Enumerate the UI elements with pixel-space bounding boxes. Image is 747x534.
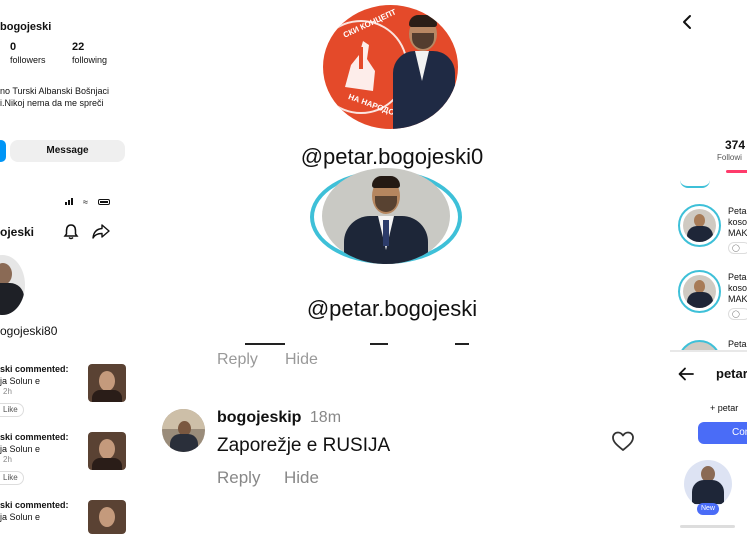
- avatar: [678, 340, 721, 350]
- followers-label[interactable]: followers: [10, 55, 46, 65]
- avatar: [678, 204, 721, 247]
- following-count[interactable]: 22: [72, 41, 84, 53]
- cut-text-strip: [245, 340, 545, 346]
- notification-comment: ja Solun e: [0, 444, 41, 454]
- avatar[interactable]: [0, 255, 25, 315]
- follow-button[interactable]: [0, 140, 6, 162]
- notification-comment: ja Solun e: [0, 512, 41, 522]
- list-item-line: koso: [728, 283, 747, 293]
- list-item[interactable]: Peta koso MAK ◯: [678, 268, 747, 326]
- activity-username: ojeski: [0, 225, 35, 239]
- list-item[interactable]: ski commented: ja Solun e: [0, 498, 150, 534]
- notification-text: ski commented:: [0, 432, 69, 442]
- notification-time: 2h: [3, 455, 12, 464]
- left-screenshot-panel: bogojeski 0 followers 22 following no Tu…: [0, 0, 150, 534]
- comment-username[interactable]: bogojeskip: [217, 409, 301, 426]
- panel-divider: [670, 350, 747, 352]
- handle-bottom[interactable]: @petar.bogojeski: [282, 296, 502, 322]
- bio-line-1: no Turski Albanski Bošnjaci: [0, 86, 110, 96]
- bio-line-2: i.Nikoj nema da me spreči: [0, 98, 104, 108]
- commenter-avatar[interactable]: [162, 409, 205, 452]
- list-item-name: Peta: [728, 206, 747, 216]
- list-item-line: MAK: [728, 228, 747, 238]
- battery-icon: [98, 199, 110, 205]
- notification-comment: ja Solun e: [0, 376, 41, 386]
- comment-section: Reply Hide bogojeskip 18m Zaporežje e RU…: [150, 348, 670, 534]
- connect-button[interactable]: Con: [698, 422, 747, 444]
- activity-handle: ogojeski80: [0, 324, 58, 338]
- story-ring-partial: [680, 180, 710, 188]
- followers-count[interactable]: 0: [10, 41, 16, 53]
- notification-text: ski commented:: [0, 364, 69, 374]
- wifi-icon: ≈: [83, 197, 88, 207]
- comment-time: 18m: [309, 409, 342, 426]
- status-bar: ≈: [65, 198, 115, 208]
- middle-collage: СКИ КОНЦЕПТ НА НАРОДОТ @petar.bogojeski0…: [150, 0, 670, 534]
- follower-label[interactable]: Followi: [717, 153, 742, 162]
- profile-picture: [322, 168, 450, 264]
- notification-text: ski commented:: [0, 500, 69, 510]
- notification-time: 2h: [3, 387, 12, 396]
- heart-icon[interactable]: [611, 431, 635, 452]
- like-button[interactable]: Like: [0, 403, 24, 417]
- list-item-name: Peta: [728, 339, 747, 349]
- comment-icon: ◯: [732, 245, 740, 252]
- post-thumbnail[interactable]: [88, 364, 126, 402]
- reply-link[interactable]: Reply: [217, 468, 260, 488]
- new-badge: New: [697, 503, 719, 515]
- message-button[interactable]: Message: [10, 140, 125, 162]
- profile-name: bogojeski: [0, 21, 52, 33]
- comment-chip[interactable]: ◯: [728, 308, 747, 320]
- hide-link[interactable]: Hide: [284, 468, 319, 488]
- handle-top[interactable]: @petar.bogojeski0: [282, 144, 502, 170]
- list-item-line: MAK: [728, 294, 747, 304]
- back-chevron-icon[interactable]: [682, 14, 692, 30]
- list-item[interactable]: Peta: [678, 336, 747, 350]
- follow-hint[interactable]: + petar: [710, 403, 738, 413]
- list-item[interactable]: ski commented: ja Solun e 2h Like: [0, 362, 150, 422]
- list-item[interactable]: ski commented: ja Solun e 2h Like: [0, 430, 150, 490]
- story-ring[interactable]: [310, 168, 462, 264]
- tab-indicator: [726, 170, 747, 173]
- right-screenshot-panel: 374 Followi Peta koso MAK ◯ Peta koso MA…: [670, 0, 747, 534]
- share-icon[interactable]: [92, 224, 110, 239]
- like-button[interactable]: Like: [0, 471, 24, 485]
- comment-icon: ◯: [732, 311, 740, 318]
- hide-link-top[interactable]: Hide: [285, 351, 318, 369]
- following-label[interactable]: following: [72, 55, 107, 65]
- cut-text-line: [680, 525, 735, 528]
- list-item[interactable]: Peta koso MAK ◯: [678, 202, 747, 260]
- reply-link-top[interactable]: Reply: [217, 351, 258, 369]
- profile-picture-banner[interactable]: СКИ КОНЦЕПТ НА НАРОДОТ: [323, 5, 458, 129]
- comment-chip[interactable]: ◯: [728, 242, 747, 254]
- comment-text: Zaporežje e RUSIJA: [217, 435, 391, 456]
- post-thumbnail[interactable]: [88, 500, 126, 534]
- comment-header: bogojeskip 18m: [217, 409, 341, 427]
- list-item-name: Peta: [728, 272, 747, 282]
- follower-count: 374: [725, 138, 746, 152]
- avatar: [678, 270, 721, 313]
- back-arrow-icon[interactable]: [678, 367, 694, 381]
- bell-icon[interactable]: [63, 223, 79, 240]
- header-title: petar: [716, 366, 747, 381]
- list-item-line: koso: [728, 217, 747, 227]
- suggested-avatar[interactable]: [684, 460, 732, 508]
- post-thumbnail[interactable]: [88, 432, 126, 470]
